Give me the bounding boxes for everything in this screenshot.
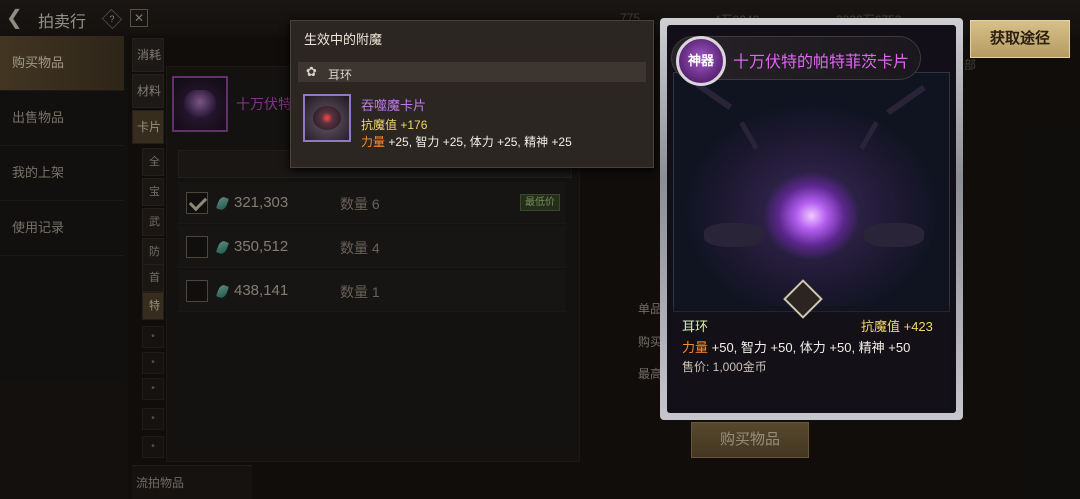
enchant-stats-rest: +25, 智力 +25, 体力 +25, 精神 +25 [385,135,572,149]
card-resist-value: 抗魔值 +423 [861,319,933,334]
tooltip-title: 生效中的附魔 [304,32,383,47]
enchant-resist-value: 抗魔值 +176 [361,118,428,132]
rarity-badge: 神器 [676,36,726,86]
card-stats: 力量 +50, 智力 +50, 体力 +50, 精神 +50 [682,337,910,356]
card-name: 十万伏特的帕特菲茨卡片 [733,54,910,71]
obtain-source-button[interactable]: 获取途径 [970,20,1070,58]
card-artwork [673,72,950,312]
stat-strength-label: 力量 [682,340,709,355]
card-slot-label: 耳环 [682,319,709,334]
card-sell-price: 售价: 1,000金币 [682,360,767,374]
enchant-card-name: 吞噬魔卡片 [361,98,427,113]
stat-strength-label: 力量 [361,135,386,149]
enchant-stats: 力量 +25, 智力 +25, 体力 +25, 精神 +25 [361,133,572,150]
earring-icon: ✿ [306,64,317,79]
tooltip-slot-label: 耳环 [328,68,353,82]
card-stats-rest: +50, 智力 +50, 体力 +50, 精神 +50 [708,340,911,355]
enchant-card-icon [303,94,351,142]
